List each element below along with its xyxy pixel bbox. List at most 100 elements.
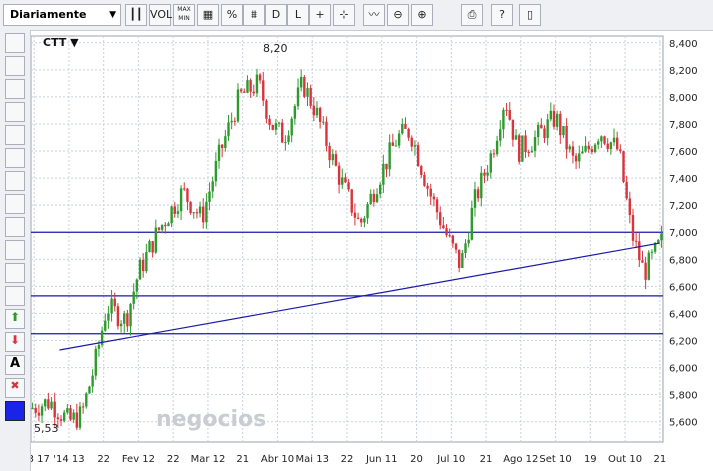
x-tick-label: 21 <box>653 454 666 465</box>
chevron-down-icon: ▼ <box>109 10 116 20</box>
zoom-out-icon[interactable]: ⊖ <box>387 4 409 26</box>
pen-icon[interactable] <box>5 171 25 191</box>
candle-body <box>271 124 274 130</box>
candle-body <box>246 80 249 93</box>
candle-body <box>536 124 540 138</box>
line-icon[interactable] <box>5 56 25 76</box>
color-swatch-icon[interactable] <box>5 401 25 421</box>
candle-body <box>448 235 451 237</box>
candle-body <box>508 109 511 120</box>
text-icon[interactable]: A <box>5 355 25 375</box>
candle-body <box>657 240 660 243</box>
candle-body <box>549 110 553 120</box>
print-icon[interactable]: ⎙ <box>461 4 483 26</box>
candle-body <box>151 241 154 253</box>
symbol-label: CTT ▼ <box>43 36 79 49</box>
price-chart[interactable]: 5,600 5,800 6,000 6,200 6,400 6,600 6,800 7,000… <box>31 30 713 471</box>
candle-body <box>337 165 341 185</box>
candle-body <box>600 136 603 142</box>
candle-body <box>53 401 56 418</box>
candle-body <box>50 401 53 409</box>
arc-icon[interactable] <box>5 240 25 260</box>
delete-icon[interactable]: ✖ <box>5 378 25 398</box>
percent-button[interactable]: % <box>221 4 243 26</box>
candle-body <box>432 196 436 200</box>
candle-body <box>173 206 176 214</box>
candle-body <box>603 136 606 144</box>
candle-body <box>34 407 37 413</box>
grid-icon[interactable]: ▦ <box>197 4 219 26</box>
candle-body <box>249 80 252 92</box>
candle-body <box>505 109 508 111</box>
line-chart-icon[interactable]: 〰 <box>363 4 385 26</box>
l-button[interactable]: L <box>287 4 309 26</box>
fibonacci-fan-icon[interactable] <box>5 217 25 237</box>
x-tick-label: '14 13 <box>53 454 84 465</box>
channel-icon[interactable] <box>5 263 25 283</box>
zoom-in-icon[interactable]: ⊕ <box>411 4 433 26</box>
candle-body <box>233 120 237 122</box>
candle-body <box>363 218 366 223</box>
y-tick-label: 7,800 <box>669 120 698 131</box>
regression-icon[interactable] <box>5 286 25 306</box>
candle-body <box>236 89 240 122</box>
candle-body <box>47 399 50 409</box>
horizontal-line-icon[interactable] <box>5 79 25 99</box>
candle-body <box>183 188 186 190</box>
d-button[interactable]: D <box>265 4 287 26</box>
x-tick-label: 22 <box>341 454 354 465</box>
candle-body <box>470 207 474 240</box>
circle-icon[interactable] <box>5 148 25 168</box>
hand-icon[interactable] <box>5 33 25 53</box>
rectangle-icon[interactable] <box>5 125 25 145</box>
candle-body <box>31 407 34 409</box>
help-button[interactable]: ? <box>491 4 513 26</box>
parallel-line-icon[interactable] <box>5 102 25 122</box>
candle-body <box>581 151 584 154</box>
candle-body <box>69 408 72 420</box>
candle-body <box>220 144 224 148</box>
candle-body <box>565 125 568 150</box>
y-tick-label: 6,000 <box>669 364 698 375</box>
candle-body <box>524 135 527 153</box>
candle-body <box>208 191 211 202</box>
candle-body <box>394 145 398 147</box>
candle-body <box>157 227 161 230</box>
x-tick-label: Mai 13 <box>296 454 329 465</box>
candle-body <box>451 235 455 244</box>
candle-body <box>85 393 88 407</box>
candle-body <box>66 408 69 413</box>
cursor-icon[interactable]: ⊹ <box>333 4 355 26</box>
candles-icon[interactable]: ┃┃ <box>125 4 147 26</box>
crosshair-icon[interactable]: + <box>309 4 331 26</box>
candle-body <box>457 249 461 268</box>
candle-body <box>461 252 464 268</box>
indicator-icon[interactable]: ⩩ <box>243 4 265 26</box>
arrow-up-icon[interactable]: ⬆ <box>5 309 25 329</box>
watermark-logo: negocios <box>156 407 266 432</box>
period-select[interactable]: Diariamente ▼ <box>3 4 121 26</box>
candle-body <box>650 251 654 253</box>
arrow-down-icon[interactable]: ⬇ <box>5 332 25 352</box>
candle-body <box>476 189 480 199</box>
chart-toolbar: Diariamente ▼ ┃┃ VOL MAX MIN ▦% ⩩ D L + ⊹ 〰 ⊖ ⊕ ⎙? ▯ <box>0 0 713 31</box>
candle-body <box>562 125 565 136</box>
maxmin-button[interactable]: MAX MIN <box>173 4 195 26</box>
candle-body <box>186 188 189 202</box>
candle-body <box>499 129 502 141</box>
candle-body <box>413 145 417 147</box>
candle-body <box>625 181 628 199</box>
candle-body <box>344 177 347 183</box>
candle-body <box>416 145 420 167</box>
candle-body <box>227 122 230 137</box>
candle-body <box>385 163 388 170</box>
fibonacci-icon[interactable] <box>5 194 25 214</box>
candle-body <box>334 154 338 166</box>
candle-body <box>148 241 151 253</box>
candle-body <box>299 77 303 88</box>
book-icon[interactable]: ▯ <box>519 4 541 26</box>
candle-body <box>622 151 625 182</box>
candle-body <box>123 313 126 324</box>
volume-button[interactable]: VOL <box>149 4 172 26</box>
candle-body <box>353 212 357 218</box>
